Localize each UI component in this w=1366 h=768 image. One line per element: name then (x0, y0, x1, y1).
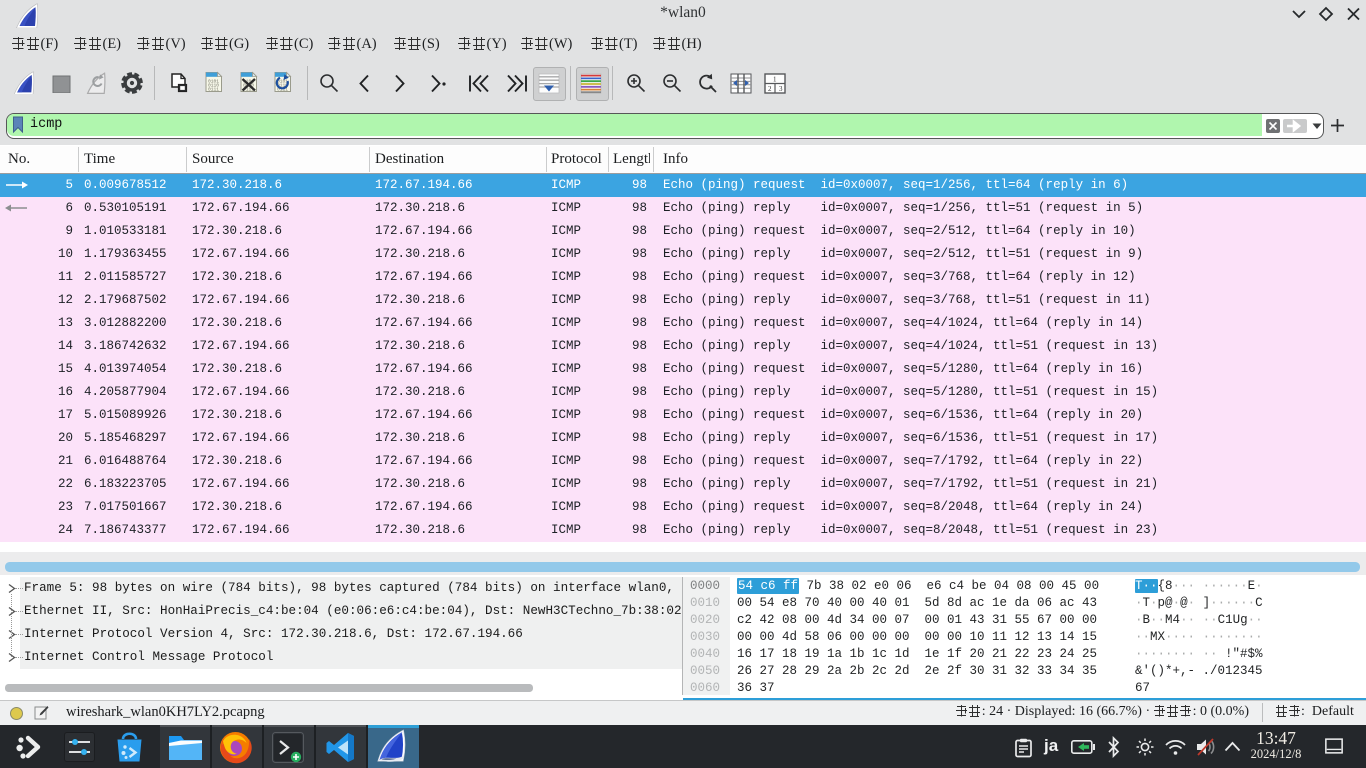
svg-text:1: 1 (773, 76, 777, 84)
svg-text:3: 3 (779, 85, 783, 93)
svg-text:2: 2 (768, 85, 772, 93)
svg-text:0111: 0111 (208, 87, 219, 93)
